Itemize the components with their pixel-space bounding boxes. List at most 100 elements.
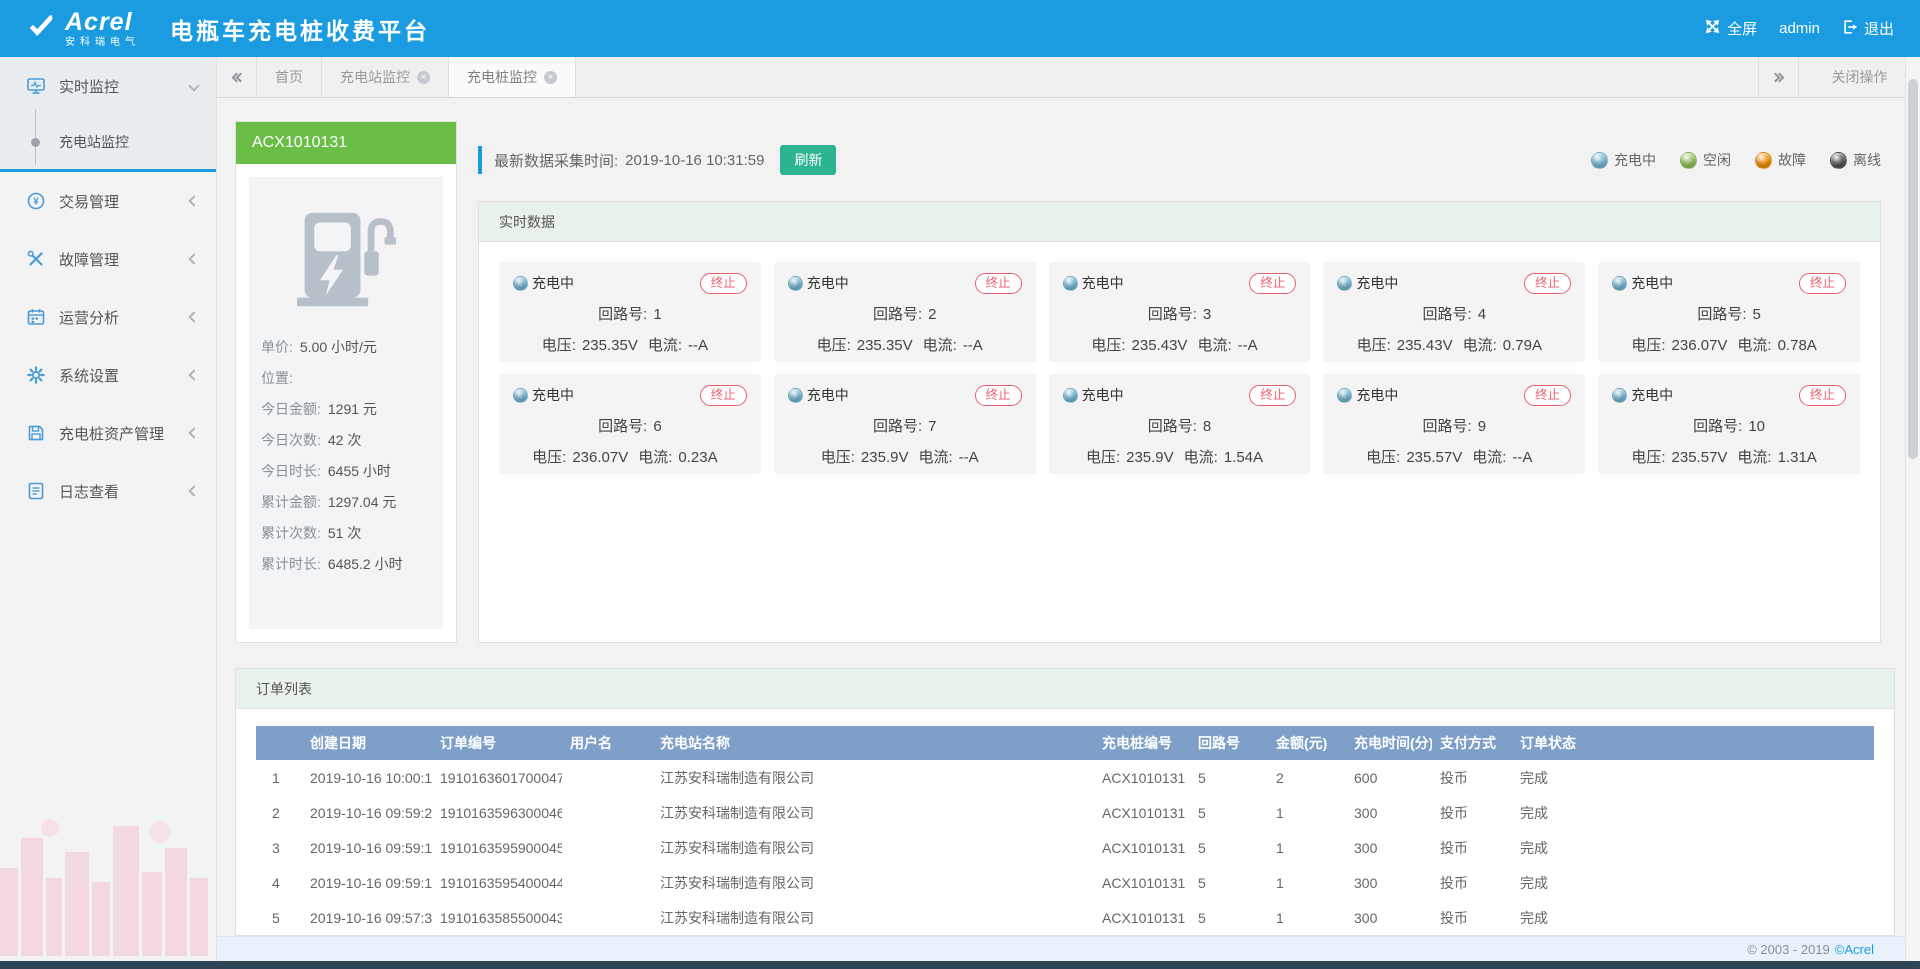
cell-pay-method: 投币 — [1432, 830, 1512, 865]
cell-charge-minutes: 300 — [1346, 830, 1432, 865]
logout-icon — [1842, 19, 1858, 39]
stop-button[interactable]: 终止 — [975, 273, 1022, 294]
sidebar-decoration-skyline — [0, 806, 216, 961]
stop-button[interactable]: 终止 — [700, 385, 747, 406]
settings-icon — [26, 365, 46, 385]
charging-card: 充电中终止回路号:6电压:236.07V电流:0.23A — [499, 374, 761, 474]
current-value: --A — [688, 337, 708, 354]
cell-amount: 1 — [1268, 900, 1346, 935]
stop-button[interactable]: 终止 — [1249, 273, 1296, 294]
charging-card: 充电中终止回路号:5电压:236.07V电流:0.78A — [1598, 262, 1860, 362]
column-header-2: 用户名 — [562, 726, 652, 760]
status-orb-icon — [1755, 152, 1772, 169]
card-meter: 电压:236.07V电流:0.23A — [513, 446, 747, 467]
charging-pile-icon — [261, 183, 431, 332]
device-stat-line: 位置: — [261, 363, 431, 394]
table-row[interactable]: 52019-10-16 09:57:351910163585500043江苏安科… — [256, 900, 1874, 935]
sidebar-subitem-station-monitor[interactable]: 充电站监控 — [0, 115, 216, 169]
fullscreen-button[interactable]: 全屏 — [1704, 18, 1757, 39]
device-stat-line: 累计金额:1297.04 元 — [261, 487, 431, 518]
close-tab-icon[interactable]: × — [544, 71, 557, 84]
logout-button[interactable]: 退出 — [1842, 18, 1894, 39]
stop-button[interactable]: 终止 — [1524, 273, 1571, 294]
transaction-icon: ¥ — [26, 191, 46, 211]
sidebar-group: 故障管理 — [0, 230, 216, 288]
circuit-number: 回路号:1 — [513, 303, 747, 324]
table-row[interactable]: 12019-10-16 10:00:171910163601700047江苏安科… — [256, 760, 1874, 795]
voltage-label: 电压: — [1091, 337, 1125, 354]
tab-home[interactable]: 首页 — [257, 57, 322, 97]
cell-circuit-no: 5 — [1190, 900, 1268, 935]
sidebar-item-system-settings[interactable]: 系统设置 — [0, 346, 216, 404]
sidebar-group: 日志查看 — [0, 462, 216, 520]
cell-station-name: 江苏安科瑞制造有限公司 — [652, 900, 1094, 935]
cell-order-status: 完成 — [1512, 795, 1874, 830]
voltage-value: 235.9V — [861, 449, 909, 466]
chevron-down-icon — [188, 80, 199, 91]
voltage-value: 235.57V — [1406, 449, 1462, 466]
stop-button[interactable]: 终止 — [1799, 385, 1846, 406]
voltage-label: 电压: — [1366, 449, 1400, 466]
sidebar-item-operation-analysis[interactable]: 运营分析 — [0, 288, 216, 346]
close-tab-icon[interactable]: × — [417, 71, 430, 84]
chevron-left-icon — [188, 195, 199, 206]
sidebar-item-log-view[interactable]: 日志查看 — [0, 462, 216, 520]
cell-pile-no: ACX1010131 — [1094, 830, 1190, 865]
voltage-label: 电压: — [532, 449, 566, 466]
table-row[interactable]: 42019-10-16 09:59:141910163595400044江苏安科… — [256, 865, 1874, 900]
stat-label: 位置: — [261, 370, 293, 386]
tab-pile-monitor[interactable]: 充电桩监控× — [449, 57, 576, 97]
column-header-1: 订单编号 — [432, 726, 562, 760]
sidebar-item-transaction-mgmt[interactable]: ¥交易管理 — [0, 172, 216, 230]
sidebar-item-fault-mgmt[interactable]: 故障管理 — [0, 230, 216, 288]
refresh-button[interactable]: 刷新 — [780, 145, 836, 175]
circuit-value: 6 — [653, 418, 661, 435]
status-orb-icon — [788, 276, 803, 291]
circuit-value: 8 — [1203, 418, 1211, 435]
circuit-label: 回路号: — [1423, 306, 1472, 323]
current-label: 电流: — [1463, 337, 1497, 354]
cell-charge-minutes: 300 — [1346, 900, 1432, 935]
cell-amount: 1 — [1268, 865, 1346, 900]
logo-text: Acrel — [65, 10, 140, 35]
current-value: --A — [1238, 337, 1258, 354]
device-panel: ACX1010131 单价:5.00 小时/元位置:今日金额:1291 元今日次… — [235, 121, 457, 643]
voltage-label: 电压: — [817, 337, 851, 354]
status-orb-icon — [1337, 388, 1352, 403]
brand-link[interactable]: ©Acrel — [1835, 942, 1874, 957]
sidebar-item-pile-asset-mgmt[interactable]: 充电桩资产管理 — [0, 404, 216, 462]
card-meter: 电压:235.9V电流:1.54A — [1063, 446, 1297, 467]
circuit-number: 回路号:5 — [1612, 303, 1846, 324]
current-label: 电流: — [638, 449, 672, 466]
table-row[interactable]: 32019-10-16 09:59:191910163595900045江苏安科… — [256, 830, 1874, 865]
legend-idle: 空闲 — [1680, 150, 1731, 170]
scrollbar-thumb[interactable] — [1908, 79, 1918, 459]
stat-value: 42 次 — [328, 432, 361, 448]
circuit-number: 回路号:4 — [1337, 303, 1571, 324]
stop-button[interactable]: 终止 — [975, 385, 1022, 406]
stop-button[interactable]: 终止 — [1799, 273, 1846, 294]
voltage-label: 电压: — [1631, 449, 1665, 466]
cell-charge-minutes: 300 — [1346, 795, 1432, 830]
cell-amount: 2 — [1268, 760, 1346, 795]
circuit-label: 回路号: — [1423, 418, 1472, 435]
scroll-tabs-right-icon[interactable] — [1758, 57, 1798, 97]
stop-button[interactable]: 终止 — [1524, 385, 1571, 406]
stop-button[interactable]: 终止 — [1249, 385, 1296, 406]
scroll-tabs-left-icon[interactable] — [217, 57, 257, 97]
username[interactable]: admin — [1779, 20, 1820, 37]
acrel-logo-icon — [26, 11, 56, 46]
tab-station-monitor[interactable]: 充电站监控× — [322, 57, 449, 97]
cell-order-no: 1910163601700047 — [432, 760, 562, 795]
sidebar-menu: 实时监控充电站监控¥交易管理故障管理运营分析系统设置充电桩资产管理日志查看 — [0, 57, 216, 520]
close-operations-button[interactable]: 关闭操作 — [1798, 57, 1920, 97]
sidebar-group: ¥交易管理 — [0, 172, 216, 230]
table-row[interactable]: 22019-10-16 09:59:231910163596300046江苏安科… — [256, 795, 1874, 830]
stop-button[interactable]: 终止 — [700, 273, 747, 294]
legend-label: 空闲 — [1703, 150, 1731, 170]
card-meter: 电压:235.35V电流:--A — [513, 334, 747, 355]
orders-table: 创建日期订单编号用户名充电站名称充电桩编号回路号金额(元)充电时间(分)支付方式… — [256, 726, 1874, 935]
sidebar-item-realtime-monitor[interactable]: 实时监控 — [0, 57, 216, 115]
sidebar-item-label: 系统设置 — [59, 365, 119, 386]
current-label: 电流: — [918, 449, 952, 466]
